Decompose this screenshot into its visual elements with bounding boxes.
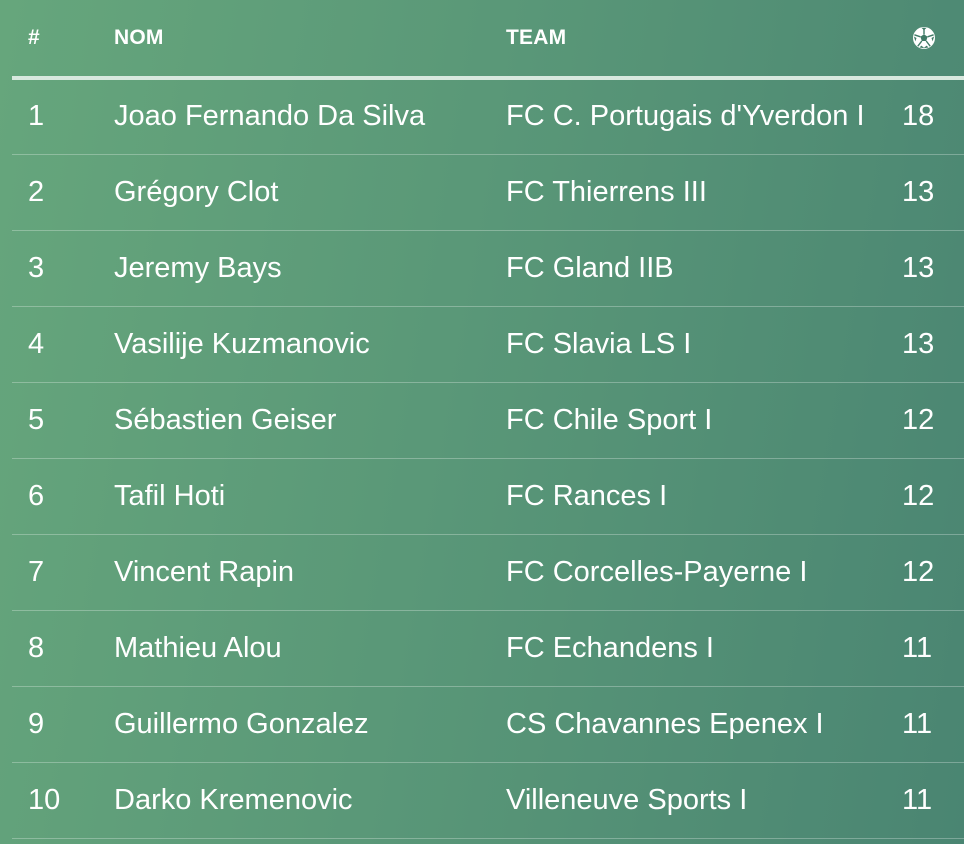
player-name-cell: Guillermo Gonzalez (114, 686, 506, 763)
header-team: TEAM (506, 0, 898, 80)
header-rank: # (12, 0, 114, 80)
header-name: NOM (114, 0, 506, 80)
goals-value: 12 (902, 403, 935, 436)
goals-cell: 13 (898, 154, 964, 231)
goals-cell: 12 (898, 534, 964, 611)
table-row[interactable]: 7 Vincent Rapin FC Corcelles-Payerne I 1… (12, 534, 964, 611)
team-cell: CS Chavannes Epenex I (506, 686, 898, 763)
rank-cell: 10 (12, 762, 114, 839)
table-row[interactable]: 8 Mathieu Alou FC Echandens I 11 (12, 610, 964, 687)
table-row[interactable]: 6 Tafil Hoti FC Rances I 12 (12, 458, 964, 535)
rank-cell: 6 (12, 458, 114, 535)
player-name-cell: Grégory Clot (114, 154, 506, 231)
goals-value: 18 (902, 100, 935, 133)
table-row[interactable]: 1 Joao Fernando Da Silva FC C. Portugais… (12, 78, 964, 155)
rank-cell: 9 (12, 686, 114, 763)
goals-cell: 13 (898, 306, 964, 383)
player-name-cell: Tafil Hoti (114, 458, 506, 535)
team-cell: FC Echandens I (506, 610, 898, 687)
team-cell: FC Slavia LS I (506, 306, 898, 383)
rank-cell: 7 (12, 534, 114, 611)
table-row[interactable]: 3 Jeremy Bays FC Gland IIB 13 (12, 230, 964, 307)
goals-cell: 12 (898, 458, 964, 535)
goals-cell: 11 (898, 762, 964, 839)
rank-cell: 2 (12, 154, 114, 231)
table-row[interactable]: 5 Sébastien Geiser FC Chile Sport I 12 (12, 382, 964, 459)
goals-value: 12 (902, 479, 935, 512)
rank-cell: 4 (12, 306, 114, 383)
table-row[interactable]: 4 Vasilije Kuzmanovic FC Slavia LS I 13 (12, 306, 964, 383)
team-cell: FC Gland IIB (506, 230, 898, 307)
goals-cell: 11 (898, 610, 964, 687)
goals-cell: 12 (898, 382, 964, 459)
player-name-cell: Jeremy Bays (114, 230, 506, 307)
top-scorers-table: # NOM TEAM 1 Joao Fernando Da Silva FC C… (12, 0, 964, 839)
goals-value: 11 (902, 631, 933, 664)
table-header: # NOM TEAM (12, 0, 964, 80)
header-goals (898, 0, 964, 80)
table-row[interactable]: 2 Grégory Clot FC Thierrens III 13 (12, 154, 964, 231)
table-row[interactable]: 10 Darko Kremenovic Villeneuve Sports I … (12, 762, 964, 839)
team-cell: FC Chile Sport I (506, 382, 898, 459)
table-row[interactable]: 9 Guillermo Gonzalez CS Chavannes Epenex… (12, 686, 964, 763)
goals-value: 13 (902, 251, 935, 284)
player-name-cell: Vasilije Kuzmanovic (114, 306, 506, 383)
goals-value: 11 (902, 783, 933, 816)
goals-cell: 13 (898, 230, 964, 307)
team-cell: FC Thierrens III (506, 154, 898, 231)
soccer-ball-icon (913, 27, 935, 50)
goals-value: 11 (902, 707, 933, 740)
team-cell: Villeneuve Sports I (506, 762, 898, 839)
rank-cell: 3 (12, 230, 114, 307)
team-cell: FC Corcelles-Payerne I (506, 534, 898, 611)
player-name-cell: Mathieu Alou (114, 610, 506, 687)
rank-cell: 8 (12, 610, 114, 687)
player-name-cell: Sébastien Geiser (114, 382, 506, 459)
rank-cell: 1 (12, 78, 114, 155)
rank-cell: 5 (12, 382, 114, 459)
goals-value: 12 (902, 555, 935, 588)
player-name-cell: Vincent Rapin (114, 534, 506, 611)
header-row: # NOM TEAM (12, 0, 964, 80)
goals-cell: 18 (898, 78, 964, 155)
table-body: 1 Joao Fernando Da Silva FC C. Portugais… (12, 78, 964, 839)
goals-value: 13 (902, 175, 935, 208)
player-name-cell: Joao Fernando Da Silva (114, 78, 506, 155)
player-name-cell: Darko Kremenovic (114, 762, 506, 839)
team-cell: FC Rances I (506, 458, 898, 535)
goals-value: 13 (902, 327, 935, 360)
team-cell: FC C. Portugais d'Yverdon I (506, 78, 898, 155)
goals-cell: 11 (898, 686, 964, 763)
